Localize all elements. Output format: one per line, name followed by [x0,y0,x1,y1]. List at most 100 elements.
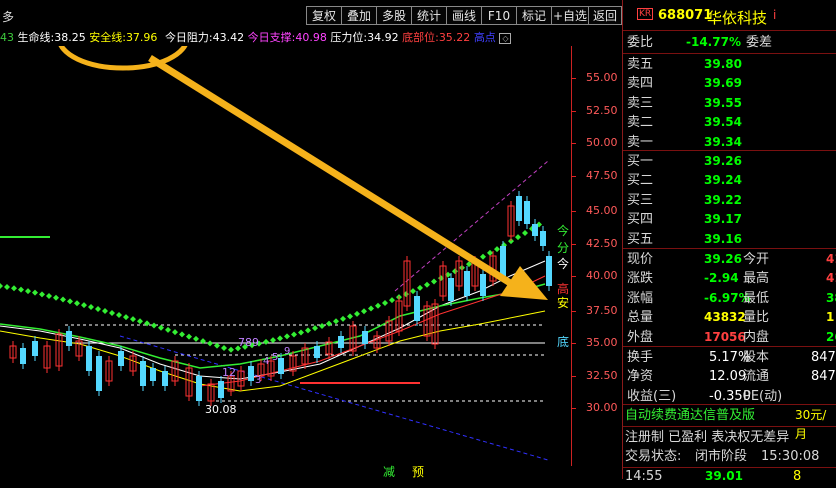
trend-dot [18,286,24,293]
order-book-row: 卖四 39.69 [623,74,836,93]
draw-line-button[interactable]: 画线 [446,6,482,25]
finance-row: 收益(三) -0.350 PE(动) [623,387,836,406]
axis-tick-mark [571,408,576,409]
stat-label: 涨幅 [627,290,654,306]
trend-dot [95,305,101,312]
order-book-label: 买四 [627,212,654,228]
order-book-price: 39.69 [704,76,742,91]
trend-dot [354,310,360,317]
axis-tick-label: 42.50 [586,237,618,250]
trend-dot [410,288,416,295]
order-book-price: 39.26 [704,154,742,168]
trend-dot [207,340,213,347]
candle-body [86,346,92,371]
green-dotted-trend [0,221,542,353]
order-book-row: 卖一 39.34 [623,133,836,152]
ad-row[interactable]: 自动续费通达信普及版 30元/月 [623,406,836,441]
candle-body [96,356,102,391]
wave-label-12: 12 [222,366,236,379]
order-book-label: 买二 [627,173,654,189]
order-book-row: 买二 39.24 [623,171,836,190]
axis-tick-mark [571,78,576,79]
candle-body [532,224,538,236]
wave-label-4: 4 [263,356,269,367]
support-label: 今日支撑: [247,31,296,44]
candle-body [20,348,26,364]
info-icon[interactable]: i [773,8,776,22]
resistance-label: 今日阻力: [164,31,213,44]
restore-rights-button[interactable]: 复权 [306,6,342,25]
wave-label-3: 3 [255,375,261,386]
label-bottom: 底 [557,334,569,349]
trend-dot [291,331,297,338]
axis-tick-label: 55.00 [586,71,618,84]
axis-tick-mark [571,343,576,344]
trend-dot [11,285,17,292]
stat-label: 今开 [743,252,770,267]
trend-dot [60,296,66,303]
support-value: 40.98 [295,31,327,44]
statistics-button[interactable]: 统计 [411,6,447,25]
order-book-price: 39.34 [704,134,742,149]
trend-dot [74,300,80,307]
finance-field: 换手 [627,350,654,365]
quote-stat-row: 外盘 17056内盘 26 [623,328,836,347]
axis-tick-label: 47.50 [586,169,618,182]
candle-body [524,201,530,224]
candle-body [414,296,420,321]
axis-tick-label: 35.00 [586,336,618,349]
finance-field: PE(动) [743,388,783,404]
order-ratio-row: 委比 -14.77% 委差 [623,33,836,52]
order-book-row: 买三 39.22 [623,191,836,210]
order-book-row: 买五 39.16 [623,230,836,249]
trend-dot [32,289,38,296]
multi-stock-button[interactable]: 多股 [376,6,412,25]
stock-code: 688071 [658,8,713,23]
trend-dot [109,309,115,316]
wave-label-9: 9 [284,346,290,357]
add-watchlist-button[interactable]: +自选 [551,6,589,25]
ratio-value: -14.77% [686,35,741,49]
axis-tick-label: 37.50 [586,304,618,317]
trend-dot [123,314,129,321]
order-book-price: 39.16 [704,231,742,246]
label-today-1: 今 [557,223,569,238]
finance-field: 847 [811,369,836,385]
trend-dot [368,305,374,312]
annotation-circle [58,46,188,71]
ratio-label: 委比 [627,35,654,50]
stat-value: 17056 [704,329,746,344]
finance-row: 换手 5.17% 股本 847 [623,348,836,367]
tick-price: 39.01 [705,469,743,483]
kline-chart: 30.08 789 12 3 4 5 9 今 分 今 高 安 底 减 预 [0,46,569,479]
f10-button[interactable]: F10 [481,6,517,25]
trend-dot [88,304,94,311]
mark-button[interactable]: 标记 [516,6,552,25]
order-book-price: 39.55 [704,95,742,110]
status-value: 闭市阶段 [695,449,748,464]
candle-body [314,346,320,358]
mark-forecast: 预 [412,465,424,479]
candle-body [540,231,546,246]
quote-panel: KR 688071 华依科技 i 委比 -14.77% 委差 卖五 39.80 卖四… [623,0,836,484]
overlay-button[interactable]: 叠加 [341,6,377,25]
chart-toolbar: 多 复权 叠加 多股 统计 画线 F10 标记 +自选 返回 [0,0,622,30]
quote-stat-row: 现价 39.26今开 41 [623,250,836,269]
trade-status-row: 交易状态: 闭市阶段 15:30:08 [623,447,836,466]
order-book-label: 卖二 [627,115,654,131]
low-price-label: 30.08 [205,403,237,416]
tick-time: 14:55 [625,469,663,484]
back-button[interactable]: 返回 [588,6,622,25]
stat-value: 41 [826,252,836,266]
trend-dot [319,322,325,329]
indicator-prefix: 43 [0,31,14,44]
collapse-icon[interactable]: ◇ [499,33,512,44]
trend-dot [298,329,304,336]
trend-dot [333,318,339,325]
finance-row: 净资 12.09 流通 847 [623,367,836,386]
trend-dot [116,312,122,319]
ad-text[interactable]: 自动续费通达信普及版 [625,406,755,425]
stat-label: 外盘 [627,329,654,345]
finance-field: 收益(三) [627,388,677,404]
order-book-price: 39.17 [704,212,742,227]
